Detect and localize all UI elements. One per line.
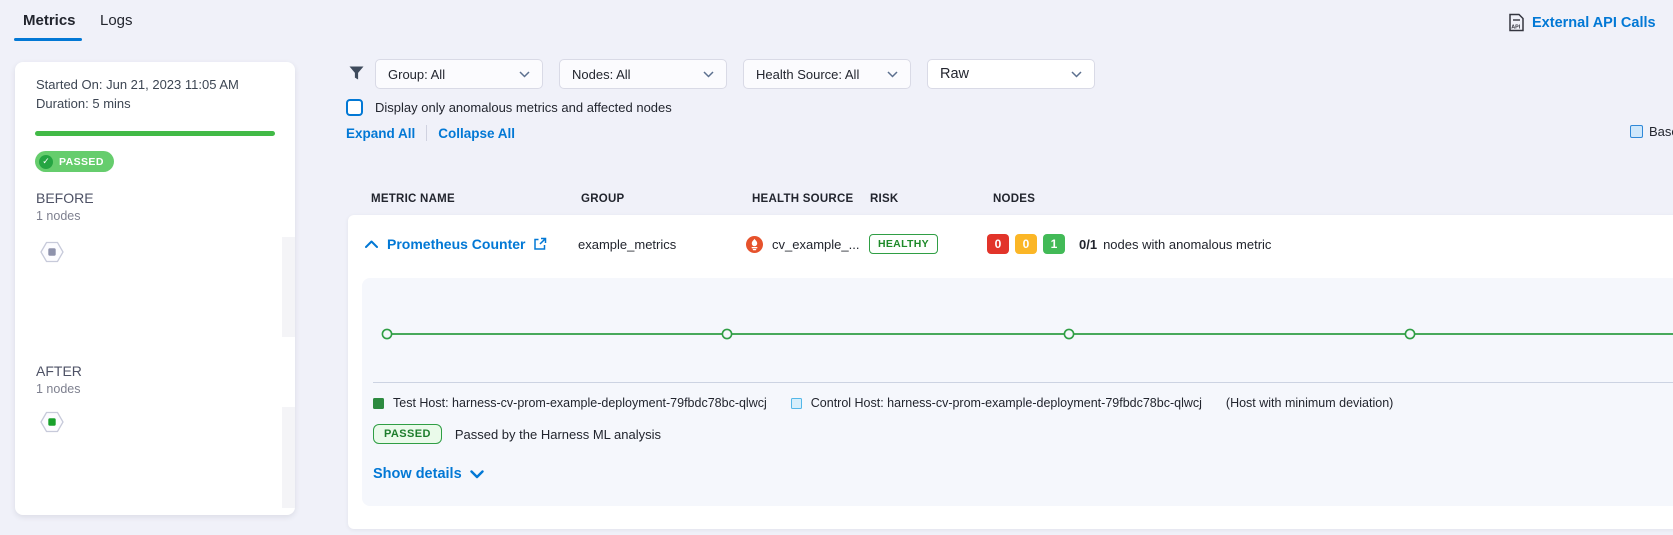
verification-metrics-page: Metrics Logs API External API Calls Star… [0,0,1673,535]
status-badge-label: PASSED [59,156,104,168]
timeseries-chart[interactable] [362,278,1673,390]
external-api-calls-link[interactable]: API External API Calls [1508,13,1656,32]
risk-badge: HEALTHY [869,234,938,254]
chevron-down-icon [887,71,898,78]
passed-badge: PASSED [373,424,442,444]
node-hexagon-icon [37,237,67,267]
anomalous-ratio-text: nodes with anomalous metric [1103,237,1271,252]
col-nodes: NODES [993,193,1035,205]
metric-chart-panel: Test Host: harness-cv-prom-example-deplo… [362,278,1673,506]
control-host-label: Control Host: harness-cv-prom-example-de… [811,396,1202,410]
after-scrollbar-track[interactable] [282,407,295,508]
check-icon: ✓ [39,155,53,169]
metric-row-card: Prometheus Counter example_metrics cv_ex… [348,215,1673,529]
data-mode-dropdown[interactable]: Raw [927,59,1095,89]
collapse-all-link[interactable]: Collapse All [438,126,515,141]
chevron-down-icon [703,71,714,78]
col-group: GROUP [581,193,624,205]
analysis-result-row: PASSED Passed by the Harness ML analysis [373,424,661,444]
control-host-swatch-icon [791,398,802,409]
test-host-label: Test Host: harness-cv-prom-example-deplo… [393,396,767,410]
started-on-text: Started On: Jun 21, 2023 11:05 AM [36,77,239,92]
after-node-count: 1 nodes [36,382,80,396]
metrics-table-header: METRIC NAME GROUP HEALTH SOURCE RISK NOD… [371,193,1371,209]
external-api-calls-label: External API Calls [1532,15,1656,31]
chevron-down-icon [519,71,530,78]
divider [373,382,1673,383]
group-filter-dropdown[interactable]: Group: All [375,59,543,89]
divider [426,125,427,141]
metric-name-link[interactable]: Prometheus Counter [387,236,525,252]
duration-text: Duration: 5 mins [36,96,131,111]
health-source-filter-dropdown[interactable]: Health Source: All [743,59,911,89]
baseline-checkbox[interactable] [1630,125,1643,138]
data-mode-value: Raw [940,66,969,82]
col-health-source: HEALTH SOURCE [752,193,853,205]
anomalous-ratio: 0/1 [1079,237,1097,252]
verification-summary-card: Started On: Jun 21, 2023 11:05 AM Durati… [15,62,295,515]
chevron-up-icon [365,240,378,248]
active-tab-indicator [14,38,82,41]
test-host-swatch-icon [373,398,384,409]
external-link-icon[interactable] [533,237,547,251]
tab-metrics[interactable]: Metrics [23,12,76,29]
before-title: BEFORE [36,190,94,206]
nodes-filter-dropdown[interactable]: Nodes: All [559,59,727,89]
passed-description: Passed by the Harness ML analysis [455,427,661,442]
before-node-count: 1 nodes [36,209,80,223]
filter-funnel-icon[interactable] [348,65,365,82]
anomalous-only-checkbox[interactable] [346,99,363,116]
anomalous-only-label: Display only anomalous metrics and affec… [375,100,672,115]
node-hexagon-icon [37,407,67,437]
health-source-filter-value: Health Source: All [756,67,859,82]
progress-bar [35,131,275,136]
collapse-row-button[interactable] [365,215,378,273]
api-document-icon: API [1508,13,1525,32]
group-filter-value: Group: All [388,67,445,82]
legend-test-host: Test Host: harness-cv-prom-example-deplo… [373,396,767,410]
chart-legend: Test Host: harness-cv-prom-example-deplo… [373,396,1393,410]
expand-all-link[interactable]: Expand All [346,126,415,141]
before-scrollbar-track[interactable] [282,237,295,337]
tab-logs[interactable]: Logs [100,12,133,29]
minimum-deviation-note: (Host with minimum deviation) [1226,396,1393,410]
before-node[interactable] [37,237,67,272]
nodes-filter-value: Nodes: All [572,67,631,82]
status-badge: ✓ PASSED [35,151,114,172]
baseline-label: Base [1649,124,1673,139]
green-node-count-badge: 1 [1043,234,1065,254]
orange-node-count-badge: 0 [1015,234,1037,254]
red-node-count-badge: 0 [987,234,1009,254]
col-metric-name: METRIC NAME [371,193,455,205]
svg-text:API: API [1511,25,1520,31]
after-node[interactable] [37,407,67,442]
show-details-link[interactable]: Show details [373,466,484,482]
legend-control-host: Control Host: harness-cv-prom-example-de… [791,396,1202,410]
prometheus-icon [746,236,763,253]
health-source-value: cv_example_... [772,237,859,252]
group-value: example_metrics [578,237,676,252]
after-title: AFTER [36,363,82,379]
show-details-label: Show details [373,466,462,482]
chevron-down-icon [470,470,484,479]
col-risk: RISK [870,193,898,205]
chevron-down-icon [1071,71,1082,78]
